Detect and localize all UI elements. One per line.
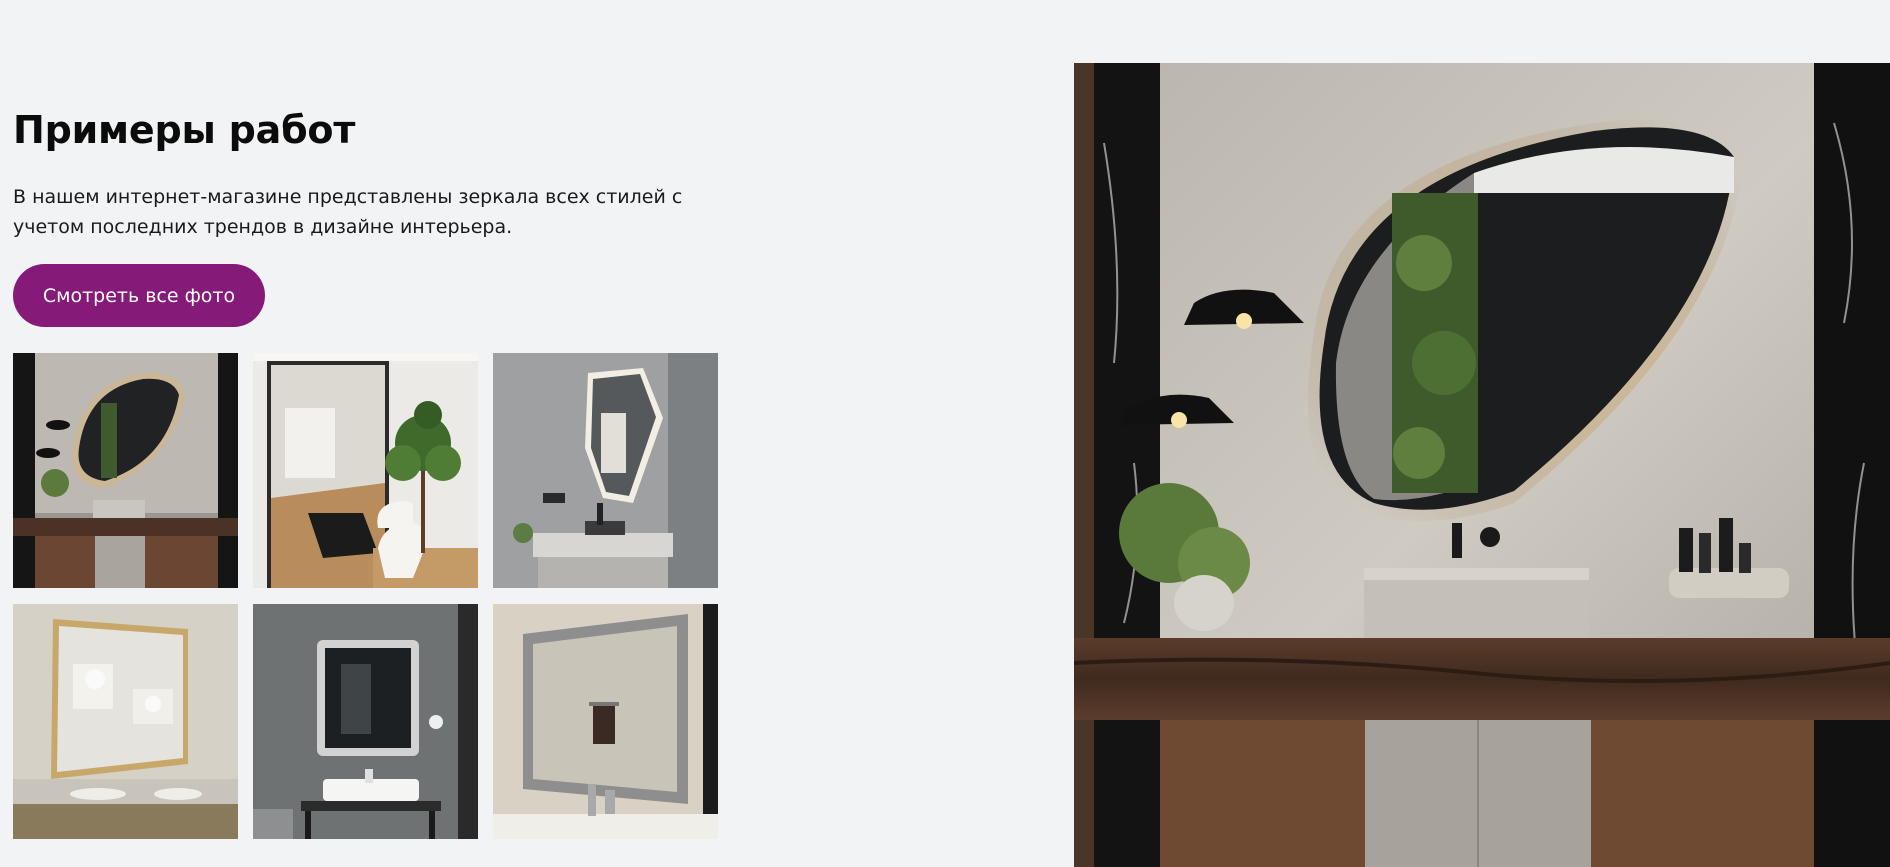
photo-organic-mirror-wall-icon bbox=[13, 353, 238, 588]
section-title: Примеры работ bbox=[13, 108, 356, 152]
photo-grid bbox=[13, 353, 719, 839]
gallery-photo-3[interactable] bbox=[493, 353, 718, 588]
gallery-photo-4[interactable] bbox=[13, 604, 238, 839]
photo-organic-mirror-large-icon bbox=[1074, 63, 1890, 867]
hero-photo bbox=[1074, 63, 1890, 867]
gallery-photo-6[interactable] bbox=[493, 604, 718, 839]
photo-backlit-polygon-mirror-icon bbox=[493, 353, 718, 588]
view-all-photos-button[interactable]: Смотреть все фото bbox=[13, 264, 265, 327]
gallery-photo-2[interactable] bbox=[253, 353, 478, 588]
photo-floor-mirror-plant-icon bbox=[253, 353, 478, 588]
photo-backlit-square-mirror-icon bbox=[253, 604, 478, 839]
section-description: В нашем интернет-магазине представлены з… bbox=[13, 186, 683, 238]
gallery-photo-5[interactable] bbox=[253, 604, 478, 839]
photo-gilded-mirror-double-sink-icon bbox=[13, 604, 238, 839]
gallery-photo-1[interactable] bbox=[13, 353, 238, 588]
photo-silver-baroque-mirror-icon bbox=[493, 604, 718, 839]
